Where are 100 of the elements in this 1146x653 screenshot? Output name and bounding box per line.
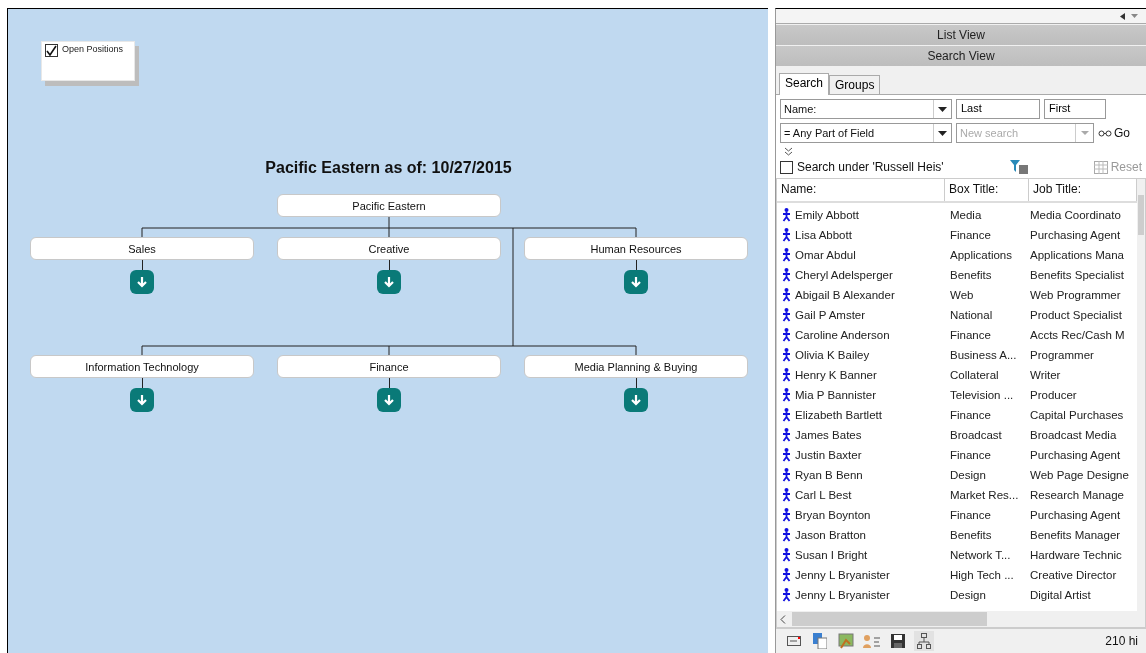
org-chart-icon[interactable] (914, 631, 934, 651)
job-title-cell-text: Research Manage (1029, 489, 1125, 501)
connector-line (636, 378, 637, 388)
box-title-cell-text: Finance (949, 449, 992, 461)
job-title-cell-text: Purchasing Agent (1029, 449, 1122, 461)
list-row[interactable]: Omar Abdul Applications Applications Mana (777, 245, 1137, 265)
list-row[interactable]: Jason Bratton Benefits Benefits Manager (777, 525, 1137, 545)
job-title-cell-text: Applications Mana (1029, 249, 1125, 261)
list-row[interactable]: Bryan Boynton Finance Purchasing Agent (777, 505, 1137, 525)
person-icon (782, 208, 791, 222)
box-title-cell-text: Collateral (949, 369, 1000, 381)
connector-line (142, 260, 143, 270)
name-cell: Caroline Anderson (777, 328, 945, 342)
list-row[interactable]: Elizabeth Bartlett Finance Capital Purchases (777, 405, 1137, 425)
last-name-field[interactable]: Last (956, 99, 1040, 119)
person-icon (782, 448, 791, 462)
person-icon (782, 248, 791, 262)
org-node[interactable]: Information Technology (30, 355, 254, 378)
down-arrow-icon (630, 276, 642, 288)
org-node[interactable]: Finance (277, 355, 501, 378)
box-title-cell-text: Design (949, 589, 987, 601)
checkbox[interactable] (45, 44, 58, 57)
caret-icon[interactable] (1131, 14, 1138, 18)
box-title-cell-text: Design (949, 469, 987, 481)
go-button[interactable]: Go (1098, 126, 1130, 140)
list-row[interactable]: Lisa Abbott Finance Purchasing Agent (777, 225, 1137, 245)
list-row[interactable]: Cheryl Adelsperger Benefits Benefits Specialist (777, 265, 1137, 285)
copy-icon[interactable] (810, 631, 830, 651)
match-dropdown[interactable]: = Any Part of Field (780, 123, 952, 143)
list-row[interactable]: James Bates Broadcast Broadcast Media (777, 425, 1137, 445)
filter-icon[interactable] (1009, 160, 1028, 174)
list-row[interactable]: Carl L Best Market Res... Research Manage (777, 485, 1137, 505)
box-title-cell-text: Benefits (949, 529, 993, 541)
box-title-cell-text: Finance (949, 509, 992, 521)
org-node[interactable]: Media Planning & Buying (524, 355, 748, 378)
person-icon (782, 548, 791, 562)
tab[interactable]: Groups (829, 75, 881, 94)
expand-button[interactable] (377, 270, 401, 294)
caret-icon (938, 106, 947, 112)
down-arrow-icon (630, 394, 642, 406)
org-node[interactable]: Human Resources (524, 237, 748, 260)
list-row[interactable]: Susan I Bright Network T... Hardware Technic (777, 545, 1137, 565)
checkbox[interactable] (780, 160, 793, 174)
expand-button[interactable] (624, 388, 648, 412)
org-node[interactable]: Creative (277, 237, 501, 260)
column-header[interactable]: Box Title: (945, 179, 1029, 201)
box-title-cell-text: Finance (949, 229, 992, 241)
list-row[interactable]: Ryan B Benn Design Web Page Designe (777, 465, 1137, 485)
name-cell: James Bates (777, 428, 945, 442)
chart-title: Pacific Eastern as of: 10/27/2015 (264, 159, 513, 177)
name-cell: Lisa Abbott (777, 228, 945, 242)
list-row[interactable]: Abigail B Alexander Web Web Programmer (777, 285, 1137, 305)
name-cell: Omar Abdul (777, 248, 945, 262)
expand-button[interactable] (377, 388, 401, 412)
list-row[interactable]: Henry K Banner Collateral Writer (777, 365, 1137, 385)
box-title-cell-text: Benefits (949, 269, 993, 281)
first-name-field[interactable]: First (1044, 99, 1106, 119)
org-node[interactable]: Sales (30, 237, 254, 260)
list-row[interactable]: Jenny L Bryanister High Tech ... Creative Director (777, 565, 1137, 585)
scrollbar[interactable] (1137, 179, 1145, 611)
panel-header[interactable]: Search View (776, 46, 1146, 66)
column-header[interactable]: Name: (777, 179, 945, 201)
scroll-left-icon[interactable] (1120, 12, 1125, 20)
person-icon (782, 288, 791, 302)
list-row[interactable]: Justin Baxter Finance Purchasing Agent (777, 445, 1137, 465)
job-title-cell-text: Web Page Designe (1029, 469, 1130, 481)
list-row[interactable]: Olivia K Bailey Business A... Programmer (777, 345, 1137, 365)
person-icon (782, 228, 791, 242)
job-title-cell-text: Accts Rec/Cash M (1029, 329, 1126, 341)
panel-header[interactable]: List View (776, 25, 1146, 45)
job-title-cell-text: Producer (1029, 389, 1078, 401)
list-row[interactable]: Caroline Anderson Finance Accts Rec/Cash M (777, 325, 1137, 345)
name-cell: Abigail B Alexander (777, 288, 945, 302)
box-title-cell-text: Broadcast (949, 429, 1003, 441)
list-row[interactable]: Gail P Amster National Product Specialist (777, 305, 1137, 325)
job-title-cell-text: Web Programmer (1029, 289, 1122, 301)
job-title-cell-text: Broadcast Media (1029, 429, 1118, 441)
list-row[interactable]: Mia P Bannister Television ... Producer (777, 385, 1137, 405)
name-cell: Justin Baxter (777, 448, 945, 462)
list-row[interactable]: Jenny L Bryanister Design Digital Artist (777, 585, 1137, 605)
list-row[interactable]: Emily Abbott Media Media Coordinato (777, 205, 1137, 225)
expand-more-icon[interactable] (784, 147, 793, 156)
job-title-cell-text: Benefits Manager (1029, 529, 1122, 541)
hit-count: 210 hi (1105, 634, 1138, 648)
caret-icon (1080, 131, 1089, 135)
name-cell: Bryan Boynton (777, 508, 945, 522)
box-title-cell-text: Market Res... (949, 489, 1020, 501)
expand-button[interactable] (624, 270, 648, 294)
caret-icon (938, 130, 947, 136)
box-title-cell-text: Web (949, 289, 975, 301)
person-icon (782, 268, 791, 282)
field-dropdown[interactable]: Name: (780, 99, 952, 119)
name-cell: Olivia K Bailey (777, 348, 945, 362)
org-node[interactable]: Pacific Eastern (277, 194, 501, 217)
save-icon[interactable] (888, 631, 908, 651)
job-title-cell-text: Purchasing Agent (1029, 509, 1122, 521)
expand-button[interactable] (130, 270, 154, 294)
horizontal-scrollbar[interactable] (777, 611, 1145, 627)
tab[interactable]: Search (779, 73, 830, 95)
expand-button[interactable] (130, 388, 154, 412)
